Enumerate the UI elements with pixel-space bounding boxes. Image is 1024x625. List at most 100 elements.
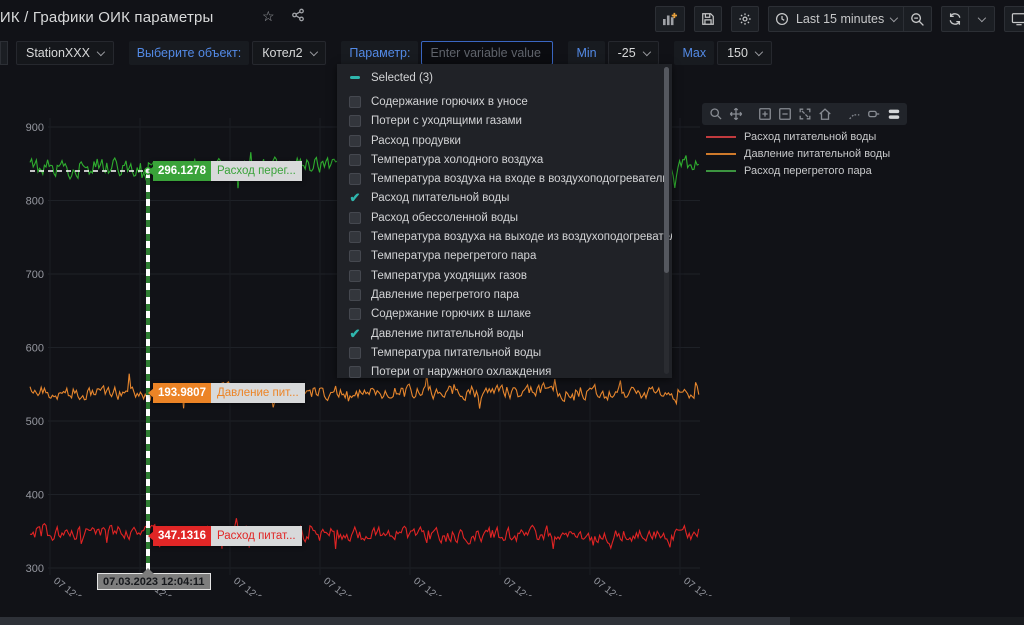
- dropdown-item[interactable]: Содержание горючих в шлаке: [337, 305, 672, 324]
- dropdown-item-label: Температура питательной воды: [371, 347, 541, 359]
- favorite-star-icon[interactable]: ☆: [262, 9, 275, 23]
- svg-text:07 12:08: 07 12:08: [321, 576, 359, 609]
- max-dropdown[interactable]: 150: [717, 41, 772, 65]
- unchecked-checkbox-icon[interactable]: [349, 347, 361, 359]
- dropdown-item[interactable]: Давление перегретого пара: [337, 285, 672, 304]
- chevron-down-icon: [890, 13, 898, 21]
- save-dashboard-button[interactable]: [694, 6, 722, 32]
- toggle-spikelines-icon[interactable]: [845, 106, 862, 123]
- zoom-out-icon[interactable]: [776, 106, 793, 123]
- object-value: Котел2: [262, 46, 302, 60]
- tooltip-value: 347.1316: [153, 526, 211, 546]
- parameter-dropdown-menu: Selected (3) Содержание горючих в уносе По…: [337, 64, 672, 378]
- param-label: Параметр:: [341, 41, 418, 65]
- hover-compare-icon[interactable]: [885, 106, 902, 123]
- svg-text:07 12:12: 07 12:12: [501, 576, 539, 609]
- dropdown-item[interactable]: ✔ Давление питательной воды: [337, 324, 672, 343]
- zoom-icon[interactable]: [707, 106, 724, 123]
- unchecked-checkbox-icon[interactable]: [349, 250, 361, 262]
- unchecked-checkbox-icon[interactable]: [349, 289, 361, 301]
- kiosk-mode-button[interactable]: [1004, 6, 1024, 32]
- unchecked-checkbox-icon[interactable]: [349, 270, 361, 282]
- cursor-timestamp: 07.03.2023 12:04:11: [97, 573, 211, 590]
- add-panel-button[interactable]: [655, 6, 685, 32]
- station-value: StationXXX: [26, 46, 90, 60]
- legend-item[interactable]: Расход питательной воды: [706, 128, 890, 145]
- svg-text:400: 400: [26, 490, 44, 502]
- min-label: Min: [568, 41, 604, 65]
- station-dropdown[interactable]: StationXXX: [16, 41, 114, 65]
- refresh-interval-button[interactable]: [969, 6, 995, 32]
- tooltip-value: 193.9807: [153, 383, 211, 403]
- unchecked-checkbox-icon[interactable]: [349, 154, 361, 166]
- top-nav: ОИК / Графики ОИК параметры ☆: [0, 0, 1024, 38]
- chevron-down-icon: [755, 47, 763, 55]
- dropdown-item[interactable]: Температура питательной воды: [337, 343, 672, 362]
- reset-axes-icon[interactable]: [816, 106, 833, 123]
- pan-icon[interactable]: [727, 106, 744, 123]
- horizontal-scrollbar-thumb[interactable]: [0, 617, 790, 625]
- checked-checkbox-icon[interactable]: ✔: [349, 328, 361, 340]
- unchecked-checkbox-icon[interactable]: [349, 173, 361, 185]
- zoom-out-time-button[interactable]: [904, 6, 932, 32]
- plot-modebar: [702, 103, 907, 125]
- unchecked-checkbox-icon[interactable]: [349, 115, 361, 127]
- legend-item[interactable]: Расход перегретого пара: [706, 162, 890, 179]
- checked-checkbox-icon[interactable]: ✔: [349, 192, 361, 204]
- dropdown-item[interactable]: Температура воздуха на входе в воздухопо…: [337, 169, 672, 188]
- dropdown-item-label: Температура холодного воздуха: [371, 154, 543, 166]
- legend-label: Давление питательной воды: [744, 148, 890, 160]
- refresh-button[interactable]: [941, 6, 969, 32]
- dropdown-item[interactable]: Расход обессоленной воды: [337, 208, 672, 227]
- dropdown-item[interactable]: ✔Расход питательной воды: [337, 189, 672, 208]
- dropdown-item[interactable]: Содержание горючих в уносе: [337, 92, 672, 111]
- unchecked-checkbox-icon[interactable]: [349, 96, 361, 108]
- dropdown-item[interactable]: Потери с уходящими газами: [337, 112, 672, 131]
- dashboard-settings-button[interactable]: [731, 6, 759, 32]
- legend-item[interactable]: Давление питательной воды: [706, 145, 890, 162]
- unchecked-checkbox-icon[interactable]: [349, 231, 361, 243]
- dropdown-item[interactable]: Температура воздуха на выходе из воздухо…: [337, 227, 672, 246]
- dropdown-item-label: Давление питательной воды: [371, 328, 524, 340]
- chevron-down-icon: [643, 47, 651, 55]
- chevron-down-icon: [309, 47, 317, 55]
- object-dropdown[interactable]: Котел2: [252, 41, 326, 65]
- svg-text:300: 300: [26, 563, 44, 575]
- tooltip-feedwater-flow: 347.1316 Расход питат...: [153, 526, 302, 546]
- svg-text:07 12:16: 07 12:16: [681, 576, 719, 609]
- dropdown-scrollbar-thumb[interactable]: [664, 67, 669, 273]
- legend-line-swatch: [706, 153, 736, 155]
- unchecked-checkbox-icon[interactable]: [349, 308, 361, 320]
- dropdown-item[interactable]: Температура уходящих газов: [337, 266, 672, 285]
- time-range-label: Last 15 minutes: [796, 12, 884, 26]
- autoscale-icon[interactable]: [796, 106, 813, 123]
- indeterminate-checkbox-icon[interactable]: [349, 72, 361, 84]
- breadcrumb[interactable]: ОИК / Графики ОИК параметры: [0, 9, 214, 26]
- time-range-picker[interactable]: Last 15 minutes: [768, 6, 904, 32]
- dropdown-item[interactable]: Температура холодного воздуха: [337, 150, 672, 169]
- dropdown-item[interactable]: Потери от наружного охлаждения: [337, 362, 672, 378]
- min-dropdown[interactable]: -25: [608, 41, 660, 65]
- dropdown-item-label: Потери с уходящими газами: [371, 115, 522, 127]
- zoom-in-icon[interactable]: [756, 106, 773, 123]
- horizontal-scrollbar[interactable]: [0, 617, 1024, 625]
- dropdown-scrollbar[interactable]: [664, 67, 669, 374]
- clipped-variable-box[interactable]: [0, 41, 8, 65]
- param-input[interactable]: [421, 41, 553, 65]
- tooltip-series-label: Расход питат...: [211, 526, 302, 546]
- dropdown-item-label: Давление перегретого пара: [371, 289, 519, 301]
- hover-closest-icon[interactable]: [865, 106, 882, 123]
- unchecked-checkbox-icon[interactable]: [349, 366, 361, 378]
- refresh-icon: [948, 12, 962, 26]
- gear-icon: [738, 12, 752, 26]
- max-value: 150: [727, 46, 748, 60]
- dropdown-item[interactable]: Selected (3): [337, 68, 672, 87]
- tooltip-superheated-steam-flow: 296.1278 Расход перег...: [153, 161, 302, 181]
- unchecked-checkbox-icon[interactable]: [349, 212, 361, 224]
- legend-line-swatch: [706, 170, 736, 172]
- zoom-out-icon: [910, 12, 925, 27]
- share-icon[interactable]: [291, 8, 305, 24]
- dropdown-item[interactable]: Температура перегретого пара: [337, 247, 672, 266]
- dropdown-item[interactable]: Расход продувки: [337, 131, 672, 150]
- unchecked-checkbox-icon[interactable]: [349, 135, 361, 147]
